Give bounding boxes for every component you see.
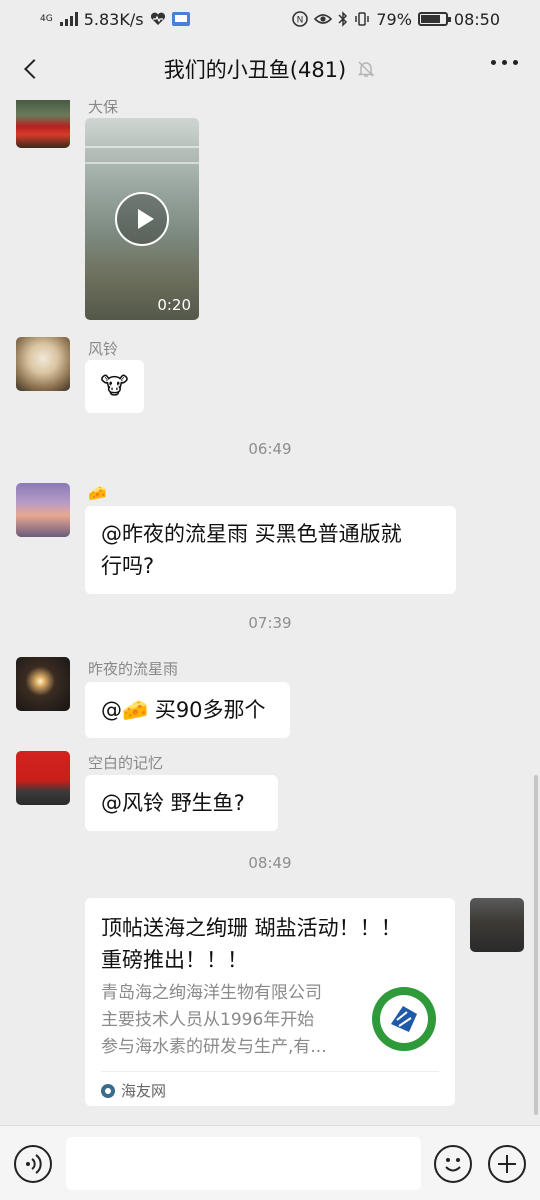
message-input[interactable] [66,1137,421,1190]
emoji-icon[interactable] [434,1145,472,1183]
battery-fill [420,15,440,23]
eye-comfort-icon [314,14,333,24]
svg-text:N: N [297,16,304,26]
voice-waves [26,1154,42,1174]
network-speed: 5.83K/s [83,9,144,29]
source-name: 海友网 [121,1082,167,1100]
link-description: 青岛海之绚海洋生物有限公司 主要技术人员从1996年开始 参与海水素的研发与生产… [101,980,351,1061]
video-message[interactable]: 0:20 [85,118,199,320]
message-bubble[interactable]: @🧀 买90多那个 [85,682,290,738]
message-bubble[interactable]: @风铃 野生鱼? [85,775,278,831]
sender-name: 大保 [88,100,119,116]
message-line: @昨夜的流星雨 买黑色普通版就 [101,522,402,546]
status-left: 4G 5.83K/s [40,10,190,29]
battery-percent: 79% [376,9,412,29]
sender-name: 🧀 [88,484,107,502]
avatar[interactable] [16,483,70,537]
back-arrow-icon[interactable] [14,52,48,86]
screen-cast-icon [171,12,190,26]
message-line: 行吗? [101,554,155,578]
avatar[interactable] [470,898,524,952]
avatar[interactable] [16,751,70,805]
plus-icon[interactable] [488,1145,526,1183]
network-type: 4G [40,13,53,24]
mute-bell-icon [357,61,375,77]
clock: 08:50 [453,9,500,29]
message-bubble[interactable]: @昨夜的流星雨 买黑色普通版就 行吗? [85,506,456,594]
scrollbar[interactable] [534,775,538,1115]
cow-emoji: 🐮 [100,372,129,400]
input-bar [0,1125,540,1200]
message-line: @风铃 野生鱼? [101,791,245,815]
timestamp: 07:39 [248,614,292,632]
avatar[interactable] [16,657,70,711]
smile-face [445,1158,461,1172]
signal-icon [59,12,78,26]
link-title-line: 顶帖送海之绚珊 瑚盐活动！！！ [101,916,402,940]
vibrate-icon [355,12,370,26]
sender-name: 风铃 [88,340,119,358]
tank-edge [85,162,199,164]
play-icon[interactable] [115,192,169,246]
status-bar: 4G 5.83K/s N 79% 08:50 [0,0,540,38]
link-card[interactable]: 顶帖送海之绚珊 瑚盐活动！！！ 重磅推出！！！ 青岛海之绚海洋生物有限公司 主要… [85,898,455,1106]
chat-area[interactable]: 大保 0:20 风铃 🐮 06:49 🧀 @昨夜的流星雨 买黑色普通版就 行吗?… [0,100,540,1125]
voice-icon[interactable] [14,1145,52,1183]
bluetooth-icon [338,11,348,27]
link-desc-line: 参与海水素的研发与生产,有... [101,1037,327,1057]
nfc-icon: N [292,11,309,27]
divider [101,1071,439,1072]
link-source: 海友网 [101,1080,166,1101]
link-desc-line: 主要技术人员从1996年开始 [101,1010,315,1030]
sender-name: 空白的记忆 [88,754,164,772]
tank-edge [85,146,199,148]
link-title-line: 重磅推出！！！ [101,948,248,972]
seal-logo-thumbnail [369,984,439,1054]
timestamp: 08:49 [248,854,292,872]
heart-monitor-icon [150,12,165,25]
status-right: N 79% 08:50 [292,10,500,29]
avatar[interactable] [16,100,70,148]
battery-icon [417,12,451,26]
message-line: @🧀 买90多那个 [101,698,266,722]
sticker-bubble[interactable]: 🐮 [85,360,144,413]
video-duration: 0:20 [157,296,191,314]
source-logo-icon [101,1083,115,1098]
more-dots-icon[interactable] [491,60,518,65]
link-desc-line: 青岛海之绚海洋生物有限公司 [101,983,322,1003]
nav-bar: 我们的小丑鱼(481) [0,38,540,100]
sender-name: 昨夜的流星雨 [88,660,179,678]
avatar[interactable] [16,337,70,391]
chat-title: 我们的小丑鱼(481) [163,58,347,82]
timestamp: 06:49 [248,440,292,458]
